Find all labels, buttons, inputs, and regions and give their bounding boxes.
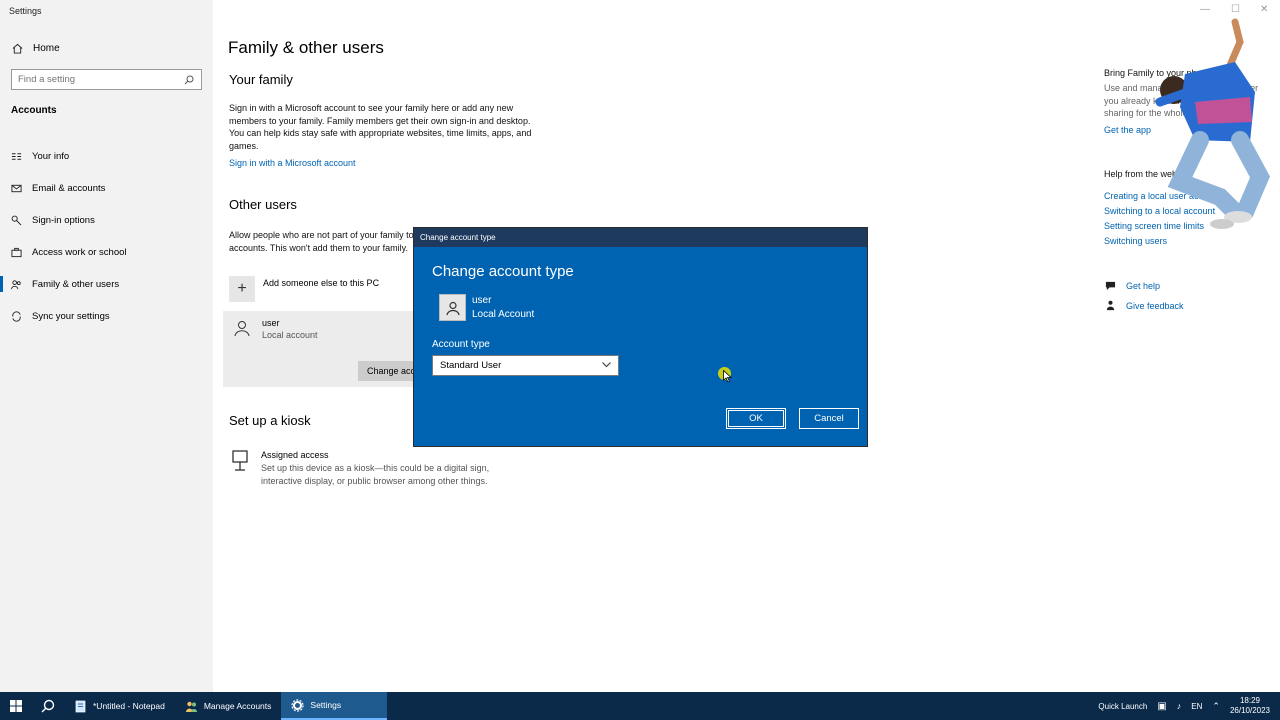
sidebar-item-label: Family & other users <box>32 278 120 290</box>
sidebar: Settings Home Accounts Your info Email &… <box>0 0 213 692</box>
system-tray: Quick Launch ▣ ♪ EN ⌃ 18:29 26/10/2023 <box>1098 692 1280 720</box>
start-button[interactable] <box>0 692 32 720</box>
sidebar-item-sign-in[interactable]: Sign-in options <box>0 204 213 236</box>
taskbar-app-manage-accounts[interactable]: Manage Accounts <box>175 692 282 720</box>
sidebar-item-label: Email & accounts <box>32 182 106 194</box>
other-users-heading: Other users <box>229 197 297 212</box>
search-input[interactable] <box>18 74 178 85</box>
clock-time: 18:29 <box>1239 696 1260 705</box>
people-icon <box>10 278 22 290</box>
section-label-accounts: Accounts <box>11 105 57 116</box>
give-feedback-link[interactable]: Give feedback <box>1126 301 1184 311</box>
user-avatar-icon <box>233 319 251 340</box>
tray-language[interactable]: EN <box>1191 702 1202 711</box>
tray-tablet-icon[interactable]: ▣ <box>1157 701 1166 712</box>
sidebar-item-family[interactable]: Family & other users <box>0 268 213 300</box>
your-family-text: Sign in with a Microsoft account to see … <box>229 103 532 151</box>
home-link[interactable]: Home <box>11 42 60 54</box>
windows-logo-icon <box>10 700 22 712</box>
presenter-overlay-image <box>1155 18 1270 229</box>
add-user-button[interactable]: + Add someone else to this PC <box>229 276 379 302</box>
tray-chevron-up-icon[interactable]: ⌃ <box>1212 701 1220 712</box>
account-type-label: Account type <box>432 339 490 350</box>
chevron-down-icon <box>602 360 611 371</box>
get-help-row[interactable]: Get help <box>1104 280 1274 292</box>
search-taskbar-button[interactable] <box>32 692 64 720</box>
user-type: Local account <box>262 330 318 340</box>
get-help-link[interactable]: Get help <box>1126 281 1160 291</box>
kiosk-heading: Set up a kiosk <box>229 413 311 428</box>
mail-icon <box>10 182 22 194</box>
app-title: Settings <box>9 6 42 16</box>
home-icon <box>11 42 23 54</box>
kiosk-icon <box>231 450 249 487</box>
dialog-heading: Change account type <box>432 263 574 280</box>
user-name: user <box>262 318 280 328</box>
mouse-pointer-icon <box>723 370 732 383</box>
dialog-user-type: Local Account <box>472 309 535 320</box>
page-title: Family & other users <box>228 38 384 57</box>
plus-icon: + <box>229 276 255 302</box>
search-box[interactable] <box>11 69 202 90</box>
person-card-icon <box>10 150 22 162</box>
home-label: Home <box>33 42 60 54</box>
kiosk-title: Assigned access <box>261 450 329 460</box>
tray-speaker-icon[interactable]: ♪ <box>1177 701 1182 711</box>
microsoft-signin-link[interactable]: Sign in with a Microsoft account <box>229 158 356 168</box>
sidebar-item-label: Access work or school <box>32 246 127 258</box>
taskbar-app-label: Manage Accounts <box>203 701 272 711</box>
clock[interactable]: 18:29 26/10/2023 <box>1230 696 1270 716</box>
cancel-button[interactable]: Cancel <box>799 408 859 429</box>
taskbar: *Untitled - Notepad Manage Accounts Sett… <box>0 692 1280 720</box>
your-family-heading: Your family <box>229 72 293 87</box>
key-icon <box>10 214 22 226</box>
users-icon <box>185 701 197 712</box>
taskbar-app-label: Settings <box>310 700 342 710</box>
sidebar-item-sync[interactable]: Sync your settings <box>0 300 213 332</box>
taskbar-app-notepad[interactable]: *Untitled - Notepad <box>64 692 175 720</box>
help-link-switch-users[interactable]: Switching users <box>1104 236 1274 246</box>
feedback-row[interactable]: Give feedback <box>1104 300 1274 312</box>
search-icon <box>41 699 55 713</box>
feedback-icon <box>1104 300 1116 312</box>
sidebar-item-label: Your info <box>32 150 70 162</box>
dialog-user-avatar-icon <box>439 294 466 321</box>
quick-launch-label[interactable]: Quick Launch <box>1098 702 1147 711</box>
notepad-icon <box>75 700 86 712</box>
chat-help-icon <box>1104 280 1116 292</box>
sync-icon <box>10 310 22 322</box>
clock-date: 26/10/2023 <box>1229 706 1270 715</box>
sidebar-item-label: Sign-in options <box>32 214 95 226</box>
dialog-user-name: user <box>472 295 492 306</box>
user-panel[interactable]: user Local account Change account type <box>223 311 428 387</box>
assigned-access-button[interactable]: Assigned access Set up this device as a … <box>231 450 506 487</box>
taskbar-app-label: *Untitled - Notepad <box>93 701 165 711</box>
search-icon[interactable] <box>183 74 195 86</box>
sidebar-item-your-info[interactable]: Your info <box>0 140 213 172</box>
ok-button[interactable]: OK <box>726 408 786 429</box>
kiosk-desc: Set up this device as a kiosk—this could… <box>261 463 490 486</box>
sidebar-item-email[interactable]: Email & accounts <box>0 172 213 204</box>
briefcase-icon <box>10 246 22 258</box>
sidebar-item-work[interactable]: Access work or school <box>0 236 213 268</box>
add-user-label: Add someone else to this PC <box>263 278 380 288</box>
gear-icon <box>291 698 305 712</box>
dialog-titlebar[interactable]: Change account type <box>414 228 867 247</box>
account-type-value: Standard User <box>440 360 502 371</box>
account-type-select[interactable]: Standard User <box>432 355 619 376</box>
change-account-type-dialog: Change account type Change account type … <box>413 227 868 447</box>
taskbar-app-settings[interactable]: Settings <box>281 692 388 720</box>
sidebar-item-label: Sync your settings <box>32 310 110 322</box>
sidebar-nav: Your info Email & accounts Sign-in optio… <box>0 140 213 332</box>
